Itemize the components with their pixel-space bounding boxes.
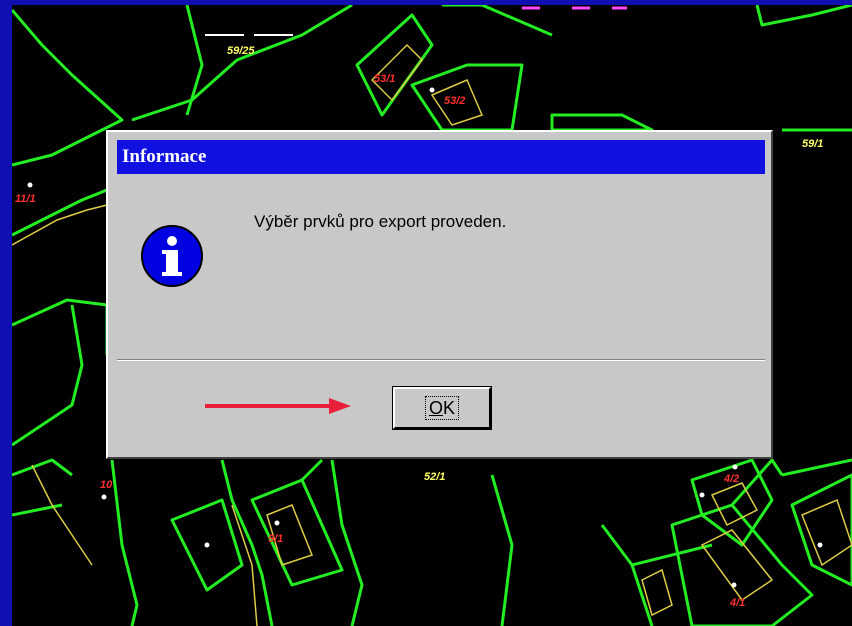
information-icon	[141, 225, 203, 287]
parcel-label: 52/1	[424, 471, 446, 483]
parcel-label: 53/1	[374, 73, 396, 85]
dialog-separator	[117, 359, 765, 361]
parcel-label: 11/1	[15, 193, 36, 205]
ok-button[interactable]: OK	[392, 386, 492, 430]
parcel-label: 9/1	[268, 533, 284, 545]
parcel-label: 59/25	[227, 45, 255, 57]
parcel-label: 59/1	[802, 138, 824, 150]
red-arrow-annotation	[205, 398, 351, 414]
parcel-label: 10	[100, 479, 113, 491]
ok-button-label: OK	[424, 396, 460, 420]
parcel-label: 4/2	[724, 473, 740, 485]
parcel-label: 4/1	[730, 597, 746, 609]
parcel-label: 53/2	[444, 95, 466, 107]
dialog-title[interactable]: Informace	[117, 140, 765, 174]
dialog-message: Výběr prvků pro export proveden.	[254, 212, 507, 231]
